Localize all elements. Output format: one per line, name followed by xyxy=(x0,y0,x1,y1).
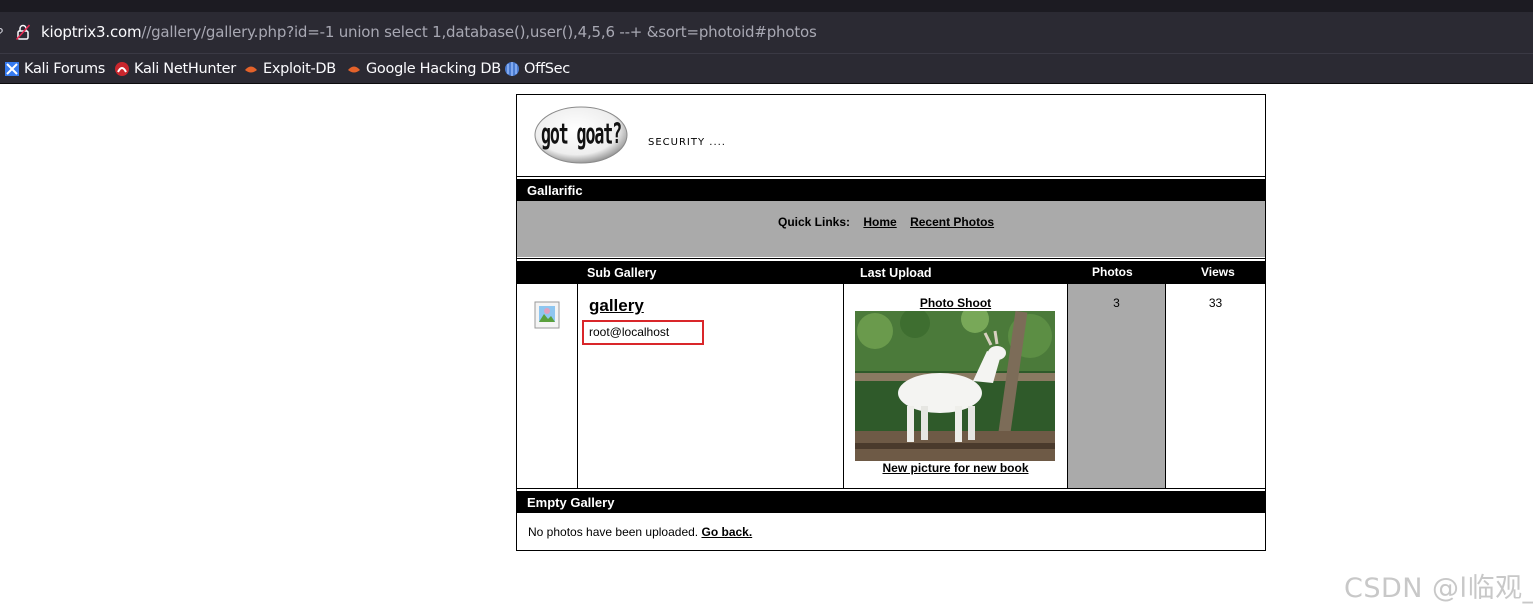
url-host: kioptrix3.com xyxy=(41,23,142,41)
goat-photo[interactable] xyxy=(855,311,1055,461)
sub-gallery-cell: gallery root@localhost xyxy=(578,284,844,488)
divider xyxy=(517,176,1265,177)
bookmark-kali-forums[interactable]: Kali Forums xyxy=(4,59,105,79)
insecure-lock-icon[interactable] xyxy=(16,24,30,40)
photo-shoot-link[interactable]: Photo Shoot xyxy=(844,296,1067,310)
kali-forums-icon xyxy=(5,62,19,76)
views-count: 33 xyxy=(1208,296,1223,310)
bookmark-label: Kali NetHunter xyxy=(134,61,236,77)
site-tagline: SECURITY .... xyxy=(648,137,726,148)
site-title: Gallarific xyxy=(527,183,583,198)
offsec-icon xyxy=(505,62,519,76)
views-count-cell: 33 xyxy=(1166,284,1265,488)
quick-links-label: Quick Links: xyxy=(778,215,851,229)
col-views: Views xyxy=(1201,265,1235,279)
gallery-table-header: Sub Gallery Last Upload Photos Views xyxy=(517,261,1265,283)
gallery-description: root@localhost xyxy=(589,325,670,339)
kali-nethunter-icon xyxy=(115,62,129,76)
photo-caption-link[interactable]: New picture for new book xyxy=(844,461,1067,475)
bookmark-offsec[interactable]: OffSec xyxy=(504,59,570,79)
photos-count-cell: 3 xyxy=(1068,284,1166,488)
empty-gallery-message-row: No photos have been uploaded. Go back. xyxy=(528,525,752,539)
last-upload-cell: Photo Shoot New picture for new book xyxy=(844,284,1068,488)
quick-links-panel: Quick Links: Home Recent Photos xyxy=(517,201,1265,257)
url-text[interactable]: kioptrix3.com//gallery/gallery.php?id=-1… xyxy=(41,23,817,41)
table-row: gallery root@localhost Photo Shoot New p… xyxy=(517,283,1265,489)
got-goat-logo: got goat? xyxy=(533,105,629,165)
bookmark-label: Kali Forums xyxy=(24,61,106,77)
identity-icon[interactable]: ? xyxy=(0,25,4,40)
quick-links: Quick Links: Home Recent Photos xyxy=(778,215,994,229)
bookmarks-toolbar: Kali Forums Kali NetHunter Exploit-DB Go… xyxy=(0,54,1533,84)
exploit-db-icon xyxy=(245,66,257,73)
csdn-watermark: CSDN @l临观_ xyxy=(1344,573,1533,604)
gallery-page: got goat? SECURITY .... Gallarific Quick… xyxy=(516,94,1266,551)
empty-gallery-bar: Empty Gallery xyxy=(517,491,1265,513)
logo-text: got goat? xyxy=(541,117,621,151)
go-back-link[interactable]: Go back. xyxy=(701,525,752,539)
divider xyxy=(517,488,1265,489)
address-bar[interactable]: ? kioptrix3.com//gallery/gallery.php?id=… xyxy=(0,12,1533,54)
home-link[interactable]: Home xyxy=(863,215,896,229)
google-hacking-db-icon xyxy=(348,66,360,73)
bookmark-google-hacking-db[interactable]: Google Hacking DB xyxy=(346,59,501,79)
bookmark-label: OffSec xyxy=(524,61,570,77)
photos-count: 3 xyxy=(1113,296,1120,310)
bookmark-label: Exploit-DB xyxy=(263,61,336,77)
browser-titlebar xyxy=(0,0,1533,12)
url-path: //gallery/gallery.php?id=-1 union select… xyxy=(141,23,817,41)
empty-gallery-message: No photos have been uploaded. xyxy=(528,525,699,539)
gallery-image-icon[interactable] xyxy=(534,301,560,329)
gallery-icon-cell xyxy=(517,284,578,488)
divider xyxy=(517,258,1265,259)
recent-photos-link[interactable]: Recent Photos xyxy=(910,215,994,229)
site-title-bar: Gallarific xyxy=(517,179,1265,201)
col-last-upload: Last Upload xyxy=(860,266,932,280)
gallery-link[interactable]: gallery xyxy=(589,296,644,316)
bookmark-kali-nethunter[interactable]: Kali NetHunter xyxy=(114,59,236,79)
bookmark-exploit-db[interactable]: Exploit-DB xyxy=(243,59,336,79)
empty-gallery-title: Empty Gallery xyxy=(527,495,615,510)
col-photos: Photos xyxy=(1092,265,1133,279)
col-sub-gallery: Sub Gallery xyxy=(587,266,657,280)
bookmark-label: Google Hacking DB xyxy=(366,61,501,77)
